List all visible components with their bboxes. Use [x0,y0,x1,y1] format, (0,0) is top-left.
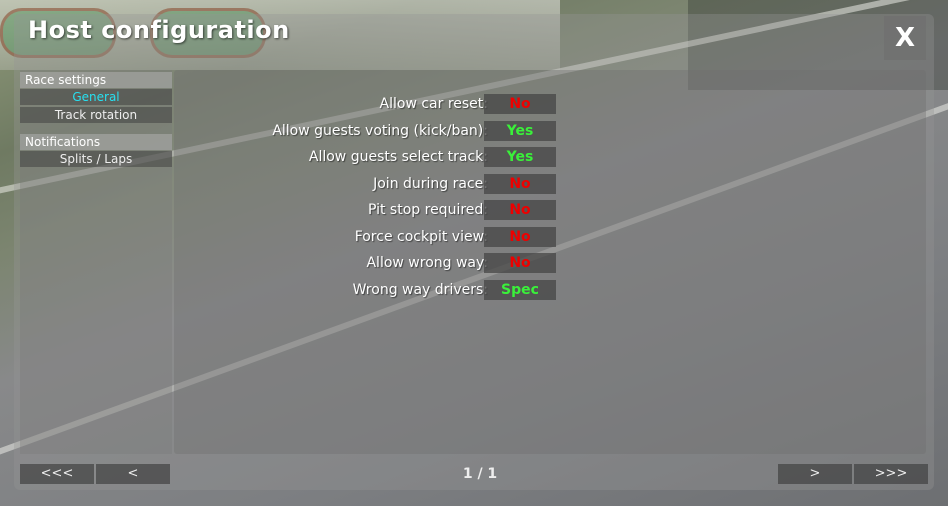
setting-label: Allow car reset: [379,96,488,112]
setting-value-button[interactable]: Spec [484,280,556,300]
setting-value-button[interactable]: No [484,253,556,273]
sidebar-header-notifications: Notifications [20,134,172,150]
setting-value-button[interactable]: No [484,200,556,220]
sidebar-item-track-rotation[interactable]: Track rotation [20,107,172,123]
setting-label: Wrong way drivers: [352,282,488,298]
sidebar-item-splits-laps[interactable]: Splits / Laps [20,151,172,167]
host-configuration-dialog: Host configuration X Race settings Gener… [14,14,934,490]
dialog-title: Host configuration [28,16,290,44]
setting-label: Join during race: [373,176,488,192]
setting-value-button[interactable]: No [484,174,556,194]
setting-label: Force cockpit view: [354,229,488,245]
last-page-button[interactable]: >>> [854,464,928,484]
page-indicator: 1 / 1 [462,466,498,482]
close-button[interactable]: X [884,16,926,60]
setting-label: Allow wrong way: [366,255,488,271]
setting-label: Allow guests voting (kick/ban): [272,123,488,139]
setting-row: Wrong way drivers: Spec [174,280,926,300]
pagination-bar: <<< < 1 / 1 > >>> [20,464,928,484]
setting-row: Join during race: No [174,174,926,194]
setting-row: Allow guests voting (kick/ban): Yes [174,121,926,141]
previous-page-button[interactable]: < [96,464,170,484]
setting-label: Pit stop required: [367,202,488,218]
sidebar-item-general[interactable]: General [20,89,172,105]
first-page-button[interactable]: <<< [20,464,94,484]
setting-value-button[interactable]: Yes [484,147,556,167]
setting-row: Allow car reset: No [174,94,926,114]
settings-panel: Allow car reset: No Allow guests voting … [174,70,926,454]
setting-label: Allow guests select track: [308,149,488,165]
setting-row: Pit stop required: No [174,200,926,220]
setting-row: Allow guests select track: Yes [174,147,926,167]
setting-row: Force cockpit view: No [174,227,926,247]
setting-value-button[interactable]: Yes [484,121,556,141]
sidebar: Race settings General Track rotation Not… [20,70,172,454]
setting-value-button[interactable]: No [484,227,556,247]
sidebar-header-race-settings: Race settings [20,72,172,88]
setting-value-button[interactable]: No [484,94,556,114]
setting-row: Allow wrong way: No [174,253,926,273]
next-page-button[interactable]: > [778,464,852,484]
